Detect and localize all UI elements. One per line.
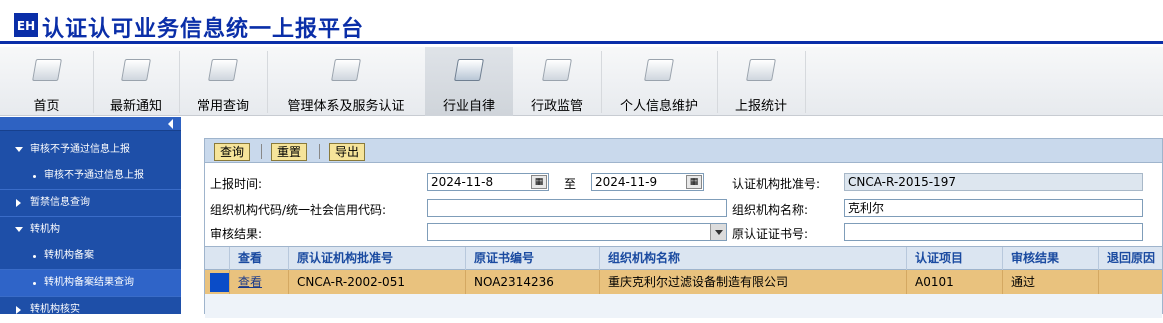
sidebar-group-suspension[interactable]: 暂禁信息查询 (0, 190, 181, 216)
nav-personal-info[interactable]: 个人信息维护 (601, 47, 717, 116)
column-header[interactable]: 原证书编号 (465, 247, 599, 270)
main-content: 查询 重置 导出 上报时间: 2024-11-8 ▦ 至 2024-11-9 ▦… (181, 117, 1163, 318)
reset-button[interactable]: 重置 (271, 143, 308, 161)
approval-no-field: CNCA-R-2015-197 (844, 173, 1143, 191)
sidebar-item-label: 转机构备案 (44, 250, 94, 261)
sidebar-item-label: 审核不予通过信息上报 (44, 170, 144, 181)
cell-org-name: 重庆克利尔过滤设备制造有限公司 (599, 270, 906, 294)
nav-label: 管理体系及服务认证 (287, 99, 405, 114)
nav-label: 行业自律 (442, 99, 495, 114)
column-header[interactable]: 审核结果 (1002, 247, 1098, 270)
report-time-label: 上报时间: (210, 177, 263, 191)
main-toolbar: 首页 最新通知 常用查询 管理体系及服务认证 行业自律 行政监管 个人信息维护 … (0, 47, 1163, 116)
sidebar-group-transfer[interactable]: 转机构 (0, 217, 181, 243)
column-header[interactable]: 查看 (229, 247, 288, 270)
folder-icon (746, 59, 776, 81)
column-header[interactable]: 认证项目 (906, 247, 1002, 270)
sidebar-item-transfer-filing[interactable]: 转机构备案 (0, 243, 181, 269)
nav-label: 首页 (33, 99, 60, 114)
query-panel: 查询 重置 导出 上报时间: 2024-11-8 ▦ 至 2024-11-9 ▦… (204, 138, 1163, 318)
chevron-right-icon (16, 199, 21, 207)
nav-label: 行政监管 (530, 99, 583, 114)
nav-administrative-supervision[interactable]: 行政监管 (513, 47, 601, 116)
orig-cert-label: 原认证证书号: (732, 227, 809, 241)
app-logo: EH (14, 13, 38, 37)
grid-header: 查看 原认证机构批准号 原证书编号 组织机构名称 认证项目 审核结果 退回原因 (205, 246, 1162, 270)
audit-result-label: 审核结果: (210, 227, 263, 241)
nav-common-query[interactable]: 常用查询 (179, 47, 267, 116)
folder-icon (644, 59, 674, 81)
action-bar: 查询 重置 导出 (205, 139, 1162, 163)
org-code-label: 组织机构代码/统一社会信用代码: (210, 203, 387, 217)
open-folder-icon (454, 59, 484, 81)
nav-industry-self-discipline[interactable]: 行业自律 (425, 47, 513, 116)
bullet-icon (33, 282, 36, 285)
org-code-input[interactable] (427, 199, 727, 217)
nav-label: 个人信息维护 (619, 99, 698, 114)
column-header[interactable]: 退回原因 (1098, 247, 1162, 270)
nav-latest-notice[interactable]: 最新通知 (93, 47, 179, 116)
sidebar-item-label: 转机构 (30, 224, 60, 235)
export-button[interactable]: 导出 (329, 143, 366, 161)
orig-cert-input[interactable] (844, 223, 1143, 241)
folder-icon (542, 59, 572, 81)
bullet-icon (33, 175, 36, 178)
org-name-label: 组织机构名称: (732, 203, 809, 217)
chevron-down-icon (15, 227, 23, 232)
chevron-right-icon (16, 306, 21, 314)
sidebar-item-label: 审核不予通过信息上报 (30, 144, 130, 155)
date-from-field[interactable]: 2024-11-8 ▦ (427, 173, 549, 191)
cell-result: 通过 (1002, 270, 1098, 294)
chevron-down-icon (15, 147, 23, 152)
date-to-field[interactable]: 2024-11-9 ▦ (591, 173, 704, 191)
table-row-empty (205, 294, 1162, 318)
org-name-input[interactable]: 克利尔 (844, 199, 1143, 217)
chevron-down-icon[interactable] (710, 224, 726, 240)
sidebar-item-label: 暂禁信息查询 (30, 197, 90, 208)
cell-project: A0101 (906, 270, 1002, 294)
approval-no-label: 认证机构批准号: (732, 177, 821, 191)
nav-label: 上报统计 (734, 99, 787, 114)
query-button[interactable]: 查询 (214, 143, 251, 161)
sidebar-item-label: 转机构核实 (30, 304, 80, 315)
cell-reason (1098, 270, 1162, 294)
folder-icon (31, 59, 62, 81)
column-header[interactable]: 原认证机构批准号 (288, 247, 465, 270)
date-from-value: 2024-11-8 (431, 175, 494, 189)
table-row[interactable]: 查看 CNCA-R-2002-051 NOA2314236 重庆克利尔过滤设备制… (205, 270, 1162, 294)
sidebar-group-transfer-verify[interactable]: 转机构核实 (0, 297, 181, 323)
cell-orig-cert: NOA2314236 (465, 270, 599, 294)
app-title: 认证认可业务信息统一上报平台 (42, 17, 365, 42)
bullet-icon (33, 255, 36, 258)
date-to-value: 2024-11-9 (595, 175, 658, 189)
folder-icon (331, 59, 361, 81)
row-selector[interactable] (210, 273, 229, 292)
sidebar-item-transfer-filing-result[interactable]: 转机构备案结果查询 (0, 270, 181, 296)
cell-orig-approval: CNCA-R-2002-051 (288, 270, 465, 294)
sidebar: 审核不予通过信息上报 审核不予通过信息上报 暂禁信息查询 转机构 转机构备案 转… (0, 117, 181, 315)
sidebar-group-audit-reject[interactable]: 审核不予通过信息上报 (0, 137, 181, 163)
view-link[interactable]: 查看 (229, 270, 288, 294)
audit-result-select[interactable] (427, 223, 727, 241)
calendar-icon[interactable]: ▦ (686, 175, 702, 189)
nav-label: 常用查询 (196, 99, 249, 114)
column-header[interactable]: 组织机构名称 (599, 247, 906, 270)
sidebar-item-label: 转机构备案结果查询 (44, 277, 134, 288)
calendar-icon[interactable]: ▦ (531, 175, 547, 189)
sidebar-header (0, 117, 181, 131)
app-header: EH 认证认可业务信息统一上报平台 (0, 0, 1163, 44)
collapse-icon[interactable] (168, 119, 173, 129)
nav-label: 最新通知 (109, 99, 162, 114)
folder-icon (208, 59, 238, 81)
nav-report-statistics[interactable]: 上报统计 (717, 47, 805, 116)
to-label: 至 (564, 177, 577, 191)
sidebar-item-audit-reject-report[interactable]: 审核不予通过信息上报 (0, 163, 181, 189)
nav-management-system[interactable]: 管理体系及服务认证 (267, 47, 425, 116)
nav-home[interactable]: 首页 (0, 47, 93, 116)
folder-icon (121, 59, 151, 81)
